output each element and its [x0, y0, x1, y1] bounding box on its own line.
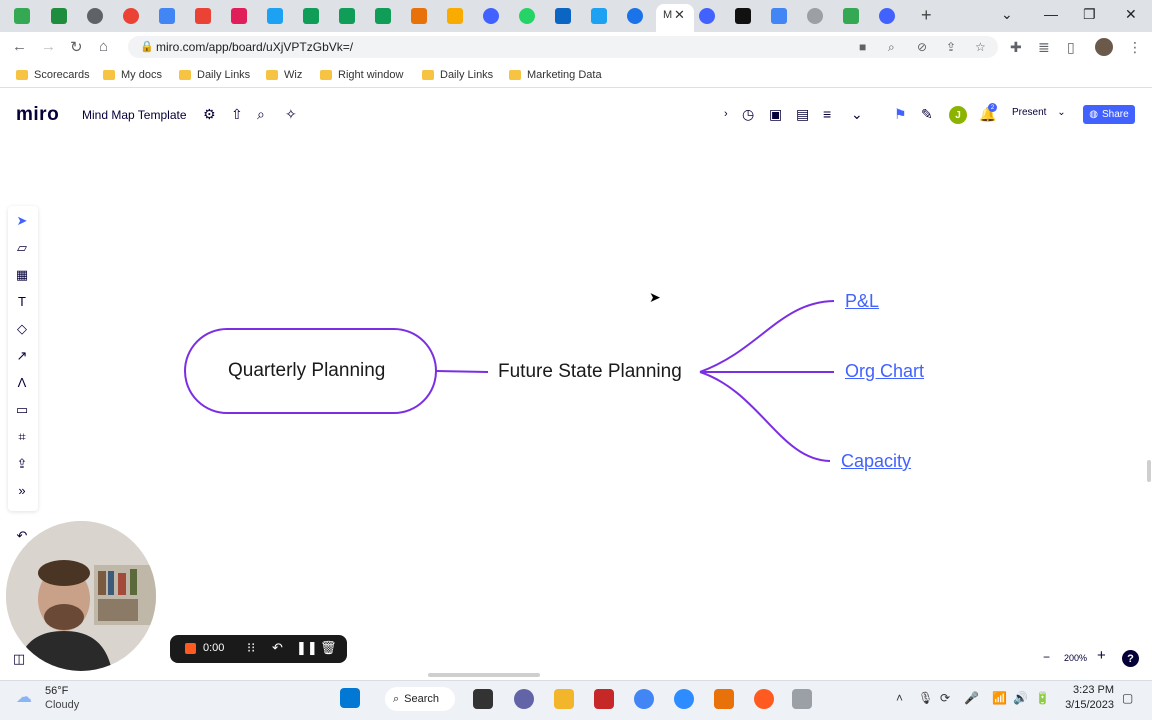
weather-temperature[interactable]: 56°F [45, 685, 68, 697]
webcam-bubble[interactable] [6, 521, 156, 671]
zoom-app-icon[interactable] [674, 689, 694, 709]
grid-icon[interactable]: ⁝⁝ [247, 640, 255, 656]
sync-icon[interactable]: ⟳ [940, 691, 950, 705]
zoom-out-button[interactable]: − [1043, 650, 1050, 664]
task-view-icon[interactable] [473, 689, 493, 709]
branch-link-org-chart[interactable]: Org Chart [845, 361, 924, 382]
taskbar-search[interactable]: ⌕ Search [385, 687, 455, 711]
branch-link-capacity[interactable]: Capacity [841, 451, 911, 472]
windows-start-icon[interactable] [340, 688, 360, 708]
tools-app-icon[interactable] [714, 689, 734, 709]
snipping-tool-icon[interactable] [792, 689, 812, 709]
center-node-label[interactable]: Future State Planning [498, 361, 682, 383]
mcafee-icon[interactable] [594, 689, 614, 709]
search-icon: ⌕ [393, 692, 400, 705]
root-connector [435, 370, 489, 373]
horizontal-scrollbar[interactable] [428, 673, 540, 677]
mouse-cursor-icon: ➤ [649, 289, 661, 305]
webcam-person-image [6, 521, 156, 671]
vertical-scrollbar[interactable] [1147, 460, 1151, 482]
notification-center-icon[interactable]: ▢ [1122, 691, 1133, 705]
zoom-in-button[interactable]: + [1097, 647, 1106, 664]
taskbar-time[interactable]: 3:23 PM [1066, 684, 1114, 696]
cloudy-weather-icon[interactable]: ☁ [16, 687, 32, 707]
help-button[interactable]: ? [1122, 650, 1139, 667]
mind-map-canvas [184, 300, 835, 462]
taskbar-date[interactable]: 3/15/2023 [1060, 699, 1114, 711]
zoom-level[interactable]: 200% [1064, 653, 1087, 663]
trash-icon[interactable]: 🗑 [320, 640, 337, 656]
volume-icon[interactable]: 🔊 [1013, 691, 1028, 705]
weather-condition[interactable]: Cloudy [45, 699, 79, 711]
root-node-label[interactable]: Quarterly Planning [228, 360, 385, 382]
pause-icon[interactable]: ❚❚ [296, 640, 318, 656]
windows-taskbar [0, 680, 1152, 720]
restart-icon[interactable]: ↶ [272, 640, 283, 656]
recording-timer: 0:00 [203, 642, 225, 654]
microphone-tray-icon[interactable]: 🎙 [918, 691, 933, 705]
recorder-app-icon[interactable] [754, 689, 774, 709]
branch-connector-pl [699, 300, 835, 373]
branch-connector-capacity [699, 371, 831, 462]
stop-recording-button[interactable] [185, 643, 196, 654]
file-explorer-icon[interactable] [554, 689, 574, 709]
mic-icon[interactable]: 🎤 [964, 691, 979, 705]
search-label: Search [404, 693, 440, 705]
teams-chat-icon[interactable] [514, 689, 534, 709]
branch-link-pl[interactable]: P&L [845, 291, 879, 312]
show-hidden-icons-chevron-icon[interactable]: ˄ [896, 691, 903, 705]
wifi-icon[interactable]: 📶 [992, 691, 1007, 705]
battery-icon[interactable]: 🔋 [1035, 691, 1050, 705]
chrome-taskbar-icon[interactable] [634, 689, 654, 709]
